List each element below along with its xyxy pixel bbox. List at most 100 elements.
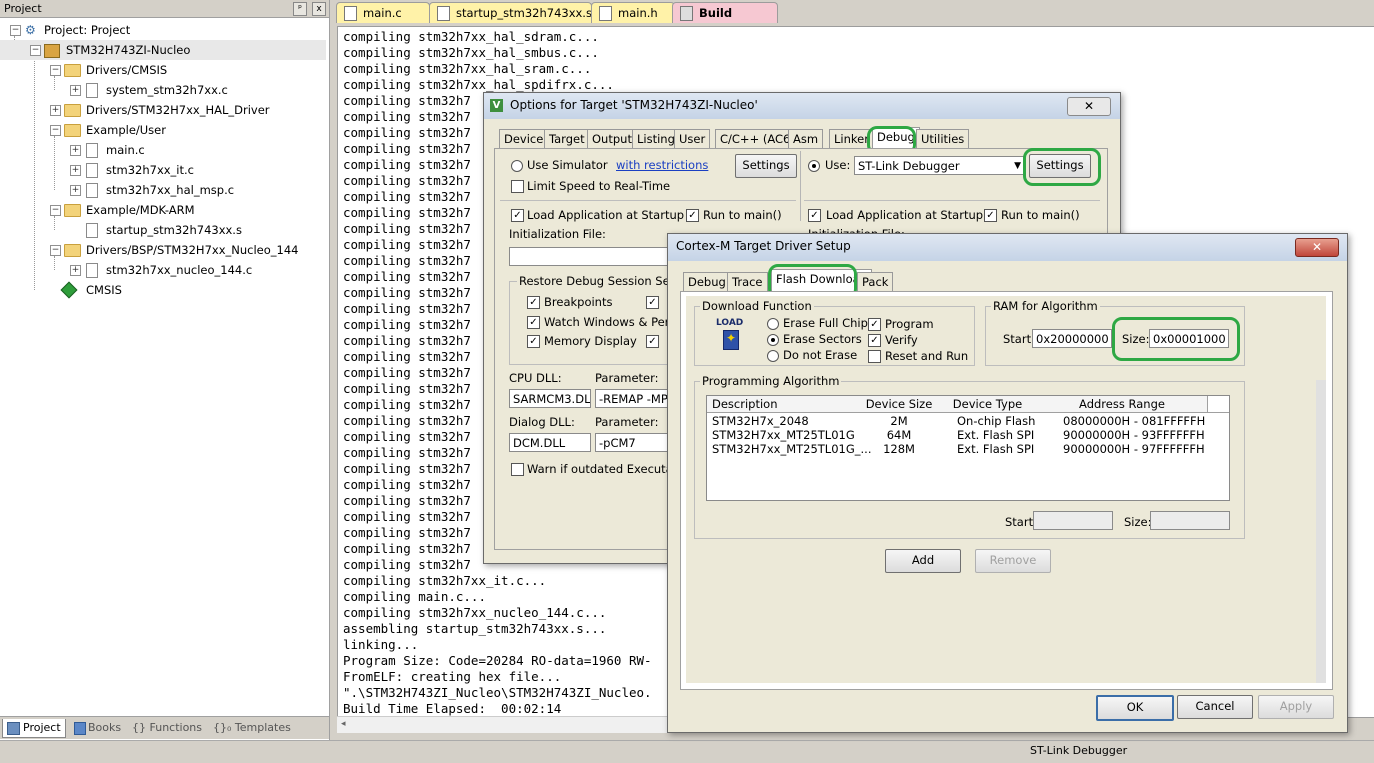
verify-checkbox[interactable]: ✓ — [868, 334, 881, 347]
init-file-input[interactable] — [509, 247, 669, 266]
vertical-scrollbar[interactable] — [1316, 380, 1326, 683]
build-output-line: compiling stm32h7 — [343, 381, 471, 396]
cpu-dll-input[interactable]: SARMCM3.DLL — [509, 389, 591, 408]
tree-item-target[interactable]: − STM32H743ZI-Nucleo — [0, 40, 326, 60]
erase-full-chip-radio[interactable] — [767, 318, 779, 330]
cpu-dll-label: CPU DLL: — [509, 371, 562, 385]
cortex-close-button[interactable]: ✕ — [1295, 238, 1339, 257]
tab-main-h[interactable]: main.h — [591, 2, 675, 23]
cpu-parameter-input[interactable]: -REMAP -MPU — [595, 389, 669, 408]
table-header: Description Device Size Device Type Addr… — [707, 396, 1229, 413]
run-main-right-checkbox[interactable]: ✓ — [984, 209, 997, 222]
status-debugger: ST-Link Debugger — [1030, 744, 1128, 757]
cortex-dialog-titlebar: Cortex-M Target Driver Setup ✕ — [668, 234, 1347, 261]
tab-target[interactable]: Target — [544, 129, 590, 149]
add-button[interactable]: Add — [885, 549, 961, 573]
column-header[interactable]: Address Range — [1037, 396, 1208, 412]
column-header[interactable]: Device Size — [860, 396, 939, 412]
tab-books[interactable]: Books — [70, 719, 125, 737]
use-debugger-radio[interactable] — [808, 160, 820, 172]
remove-button[interactable]: Remove — [975, 549, 1051, 573]
load-app-right-checkbox[interactable]: ✓ — [808, 209, 821, 222]
ram-start-input[interactable]: 0x20000000 — [1032, 329, 1112, 348]
dialog-parameter-input[interactable]: -pCM7 — [595, 433, 669, 452]
tab-functions[interactable]: {} Functions — [128, 719, 206, 737]
reset-and-run-checkbox[interactable] — [868, 350, 881, 363]
tab-device[interactable]: Device — [499, 129, 549, 149]
memory-display-label: Memory Display — [544, 334, 637, 348]
do-not-erase-radio[interactable] — [767, 350, 779, 362]
build-output-line: compiling stm32h7 — [343, 253, 471, 268]
load-app-checkbox[interactable]: ✓ — [511, 209, 524, 222]
dialog-dll-input[interactable]: DCM.DLL — [509, 433, 591, 452]
file-icon — [86, 183, 98, 198]
column-header[interactable]: Device Type — [938, 396, 1038, 412]
tab-templates[interactable]: {}₀ Templates — [209, 719, 295, 737]
warn-outdated-checkbox[interactable] — [511, 463, 524, 476]
ram-start-label: Start: — [1003, 332, 1035, 346]
table-row[interactable]: STM32H7xx_MT25TL01G 64M Ext. Flash SPI 9… — [707, 428, 1229, 442]
keil-icon: V — [490, 99, 503, 112]
run-main-checkbox[interactable]: ✓ — [686, 209, 699, 222]
apply-button[interactable]: Apply — [1258, 695, 1334, 719]
divider — [800, 151, 801, 221]
column-header[interactable]: Description — [707, 396, 866, 412]
folder-icon — [64, 104, 81, 117]
tab-pack[interactable]: Pack — [857, 272, 894, 292]
options-dialog-titlebar: V Options for Target 'STM32H743ZI-Nucleo… — [484, 93, 1120, 119]
build-output-line: compiling stm32h7 — [343, 509, 471, 524]
tab-startup[interactable]: startup_stm32h743xx.s — [429, 2, 592, 23]
table-row[interactable]: STM32H7x_2048 2M On-chip Flash 08000000H… — [707, 414, 1229, 428]
folder-icon — [64, 244, 81, 257]
scroll-left-icon[interactable]: ◂ — [341, 719, 346, 729]
close-panel-button[interactable]: x — [312, 2, 326, 16]
algorithm-table[interactable]: Description Device Size Device Type Addr… — [706, 395, 1230, 501]
program-label: Program — [885, 317, 934, 331]
chevron-down-icon[interactable]: ▼ — [1014, 157, 1021, 174]
memory-display-checkbox[interactable]: ✓ — [527, 335, 540, 348]
use-simulator-label: Use Simulator — [527, 158, 608, 172]
system-viewer-checkbox[interactable]: ✓ — [646, 335, 659, 348]
erase-sectors-radio[interactable] — [767, 334, 779, 346]
project-icon: ⚙ — [25, 23, 36, 37]
limit-speed-checkbox[interactable] — [511, 180, 524, 193]
tab-user[interactable]: User — [674, 129, 711, 149]
tab-utilities[interactable]: Utilities — [916, 129, 970, 149]
breakpoints-checkbox[interactable]: ✓ — [527, 296, 540, 309]
tab-asm[interactable]: Asm — [788, 129, 824, 149]
simulator-settings-button[interactable]: Settings — [735, 154, 797, 178]
build-output-line: compiling stm32h7xx_hal_sdram.c... — [343, 29, 599, 44]
tab-debug-cortex[interactable]: Debug — [683, 272, 731, 292]
watch-windows-checkbox[interactable]: ✓ — [527, 316, 540, 329]
table-row[interactable]: STM32H7xx_MT25TL01G_... 128M Ext. Flash … — [707, 442, 1229, 456]
with-restrictions-link[interactable]: with restrictions — [616, 158, 708, 172]
toolbox-checkbox[interactable]: ✓ — [646, 296, 659, 309]
program-checkbox[interactable]: ✓ — [868, 318, 881, 331]
build-output-line: compiling stm32h7 — [343, 221, 471, 236]
algo-size-input — [1150, 511, 1230, 530]
build-output-line: compiling stm32h7 — [343, 397, 471, 412]
cortex-dialog-title: Cortex-M Target Driver Setup — [676, 239, 851, 253]
options-close-button[interactable]: ✕ — [1067, 97, 1111, 116]
debugger-select[interactable]: ST-Link Debugger ▼ — [854, 156, 1024, 175]
tab-listing[interactable]: Listing — [632, 129, 680, 149]
use-simulator-radio[interactable] — [511, 160, 523, 172]
project-panel: Project ᵖ x − ⚙ Project: Project − STM32… — [0, 0, 330, 762]
build-output-line: compiling stm32h7 — [343, 285, 471, 300]
build-output-icon — [680, 6, 693, 21]
ram-size-highlight — [1112, 317, 1240, 361]
cancel-button[interactable]: Cancel — [1177, 695, 1253, 719]
build-output-line: compiling stm32h7xx_hal_smbus.c... — [343, 45, 599, 60]
tab-output[interactable]: Output — [587, 129, 637, 149]
tab-project[interactable]: Project — [2, 719, 66, 738]
tab-build-output[interactable]: Build Output — [672, 2, 778, 40]
tab-trace[interactable]: Trace — [727, 272, 768, 292]
build-output-line: compiling main.c... — [343, 589, 486, 604]
horizontal-scrollbar[interactable]: ◂ — [337, 716, 667, 733]
ok-button[interactable]: OK — [1096, 695, 1174, 721]
build-output-line: compiling stm32h7 — [343, 173, 471, 188]
ram-algorithm-title: RAM for Algorithm — [991, 299, 1100, 313]
limit-speed-label: Limit Speed to Real-Time — [527, 179, 671, 193]
pin-icon[interactable]: ᵖ — [293, 2, 307, 16]
tab-main-c[interactable]: main.c — [336, 2, 430, 23]
